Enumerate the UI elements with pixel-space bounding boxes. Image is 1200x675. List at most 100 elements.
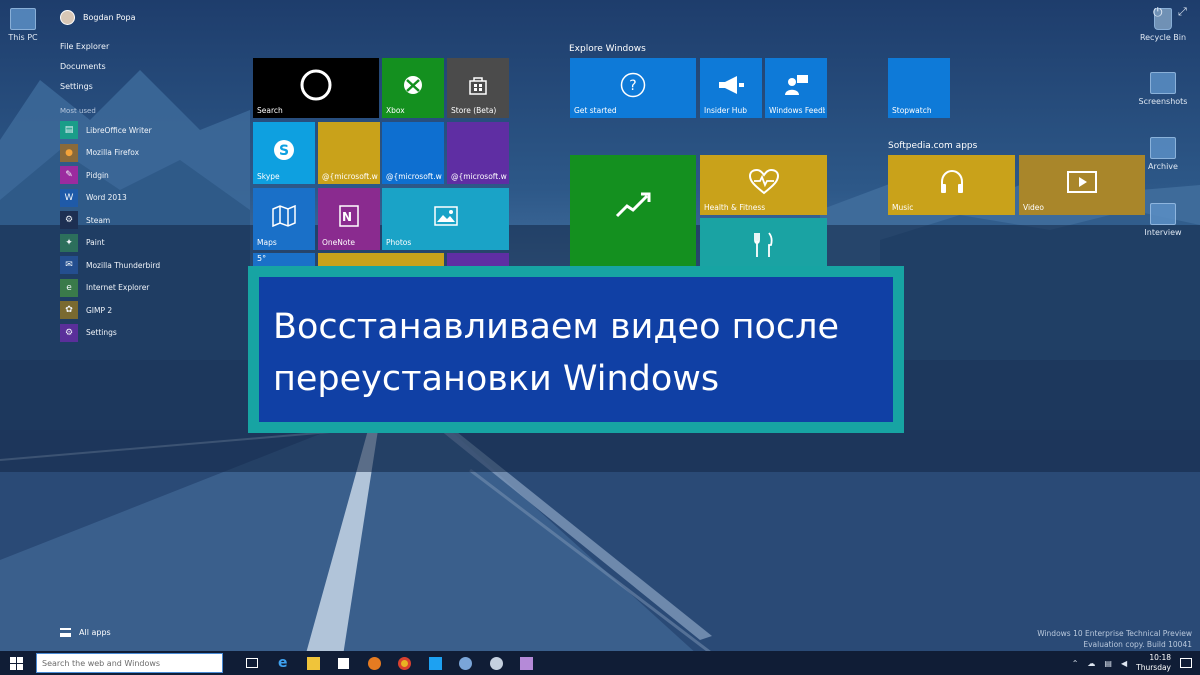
title-line-1: Восстанавливаем видео после (273, 307, 840, 347)
twitter-icon[interactable] (420, 651, 451, 675)
desktop-icon-recycle-bin[interactable]: Recycle Bin (1128, 8, 1198, 42)
link-file-explorer[interactable]: File Explorer (60, 42, 109, 51)
internet-explorer-icon: e (60, 278, 78, 297)
network-icon[interactable]: ▤ (1104, 659, 1112, 668)
tile-skype[interactable]: S Skype (253, 122, 315, 184)
firefox-icon: ● (60, 143, 78, 162)
article-title-banner: Восстанавливаем видео после переустановк… (248, 266, 904, 433)
most-used-list: ▤ LibreOffice Writer ● Mozilla Firefox ✎… (60, 119, 240, 344)
link-documents[interactable]: Documents (60, 62, 106, 71)
word-icon: W (60, 188, 78, 207)
tile-food-drink[interactable] (700, 218, 827, 267)
desktop-icon-screenshots[interactable]: Screenshots (1128, 72, 1198, 106)
tile-partial-purple[interactable] (447, 253, 509, 267)
tile-video[interactable]: Video (1019, 155, 1145, 215)
video-play-icon (1067, 171, 1097, 193)
desktop-icon-this-pc[interactable]: This PC (0, 8, 58, 42)
expand-icon[interactable]: ⤢ (1178, 5, 1187, 19)
tile-microsoft-3[interactable]: @{microsoft.win (447, 122, 509, 184)
list-icon (60, 628, 71, 637)
chrome-icon[interactable] (390, 651, 421, 675)
list-item[interactable]: W Word 2013 (60, 187, 240, 210)
taskbar: Search the web and Windows e ⌃ ☁ ▤ ◀ 10:… (0, 651, 1200, 675)
list-item[interactable]: ● Mozilla Firefox (60, 142, 240, 165)
svg-text:N: N (342, 210, 352, 224)
tile-music[interactable]: Music (888, 155, 1015, 215)
list-item[interactable]: ⚙ Settings (60, 322, 240, 345)
pidgin-icon: ✎ (60, 166, 78, 185)
steam-icon: ⚙ (60, 211, 78, 230)
tile-stopwatch[interactable]: Stopwatch (888, 58, 950, 118)
tile-microsoft-2[interactable]: @{microsoft.win (382, 122, 444, 184)
monitor-icon (10, 8, 36, 30)
list-item[interactable]: ▤ LibreOffice Writer (60, 119, 240, 142)
firefox-icon[interactable] (359, 651, 390, 675)
file-explorer-icon[interactable] (298, 651, 329, 675)
headphones-icon (940, 169, 963, 193)
tile-partial-gold[interactable] (318, 253, 444, 267)
svg-text:S: S (279, 143, 289, 159)
start-button[interactable] (0, 651, 32, 675)
power-icon[interactable]: ⏻ (1153, 5, 1163, 20)
tile-windows-feedback[interactable]: Windows Feedb (765, 58, 827, 118)
svg-text:?: ? (629, 78, 636, 94)
tile-xbox[interactable]: Xbox (382, 58, 444, 118)
settings-gear-icon: ⚙ (60, 323, 78, 342)
chart-growth-icon (615, 192, 651, 218)
tile-get-started[interactable]: ? Get started (570, 58, 696, 118)
tile-onenote[interactable]: N OneNote (318, 188, 380, 250)
heart-pulse-icon (748, 169, 779, 195)
weather-tray-icon[interactable]: ☁ (1087, 659, 1095, 668)
volume-icon[interactable]: ◀ (1121, 659, 1127, 668)
title-line-2: переустановки Windows (273, 359, 720, 399)
gimp-icon: ✿ (60, 301, 78, 320)
all-apps-button[interactable]: All apps (60, 628, 111, 637)
tile-money[interactable] (570, 155, 696, 267)
tile-maps[interactable]: Maps (253, 188, 315, 250)
megaphone-icon (719, 76, 744, 94)
list-item[interactable]: ⚙ Steam (60, 209, 240, 232)
thunderbird-icon: ✉ (60, 256, 78, 275)
taskbar-search-input[interactable]: Search the web and Windows (36, 653, 223, 673)
store-bag-icon (469, 77, 487, 95)
chevron-up-icon[interactable]: ⌃ (1072, 659, 1079, 668)
paint-icon: ✦ (60, 233, 78, 252)
article-title: Восстанавливаем видео после переустановк… (259, 277, 893, 422)
list-item[interactable]: ✉ Mozilla Thunderbird (60, 254, 240, 277)
group-heading-softpedia: Softpedia.com apps (888, 141, 978, 151)
user-name: Bogdan Popa (83, 13, 136, 22)
store-icon[interactable] (329, 651, 360, 675)
onenote-icon: N (339, 205, 359, 227)
photos-icon (433, 206, 458, 226)
list-item[interactable]: ✎ Pidgin (60, 164, 240, 187)
tile-weather[interactable]: 5° (253, 253, 315, 267)
start-user[interactable]: Bogdan Popa (60, 10, 135, 25)
taskbar-pinned-apps: e (237, 651, 542, 675)
tile-microsoft-1[interactable]: @{microsoft.win (318, 122, 380, 184)
clock[interactable]: 10:18 Thursday (1136, 653, 1171, 673)
task-view-icon[interactable] (237, 651, 268, 675)
build-watermark: Windows 10 Enterprise Technical Preview … (1037, 629, 1192, 649)
tile-store[interactable]: Store (Beta) (447, 58, 509, 118)
folder-icon (1150, 137, 1176, 159)
group-heading-explore: Explore Windows (569, 44, 646, 54)
link-settings[interactable]: Settings (60, 82, 93, 91)
internet-explorer-icon[interactable]: e (268, 651, 299, 675)
notifications-icon[interactable] (1180, 658, 1192, 668)
steam-icon[interactable] (481, 651, 512, 675)
feedback-person-icon (785, 75, 808, 95)
most-used-heading: Most used (60, 107, 96, 115)
folder-icon (1150, 72, 1176, 94)
maps-icon (272, 204, 296, 227)
windows-logo-icon (9, 656, 23, 670)
tile-search[interactable]: Search (253, 58, 379, 118)
tile-photos[interactable]: Photos (382, 188, 509, 250)
paint-icon[interactable] (512, 651, 543, 675)
list-item[interactable]: e Internet Explorer (60, 277, 240, 300)
list-item[interactable]: ✦ Paint (60, 232, 240, 255)
thunderbird-icon[interactable] (451, 651, 482, 675)
tile-health-fitness[interactable]: Health & Fitness (700, 155, 827, 215)
tile-insider-hub[interactable]: Insider Hub (700, 58, 762, 118)
list-item[interactable]: ✿ GIMP 2 (60, 299, 240, 322)
system-tray: ⌃ ☁ ▤ ◀ 10:18 Thursday (1072, 651, 1200, 675)
